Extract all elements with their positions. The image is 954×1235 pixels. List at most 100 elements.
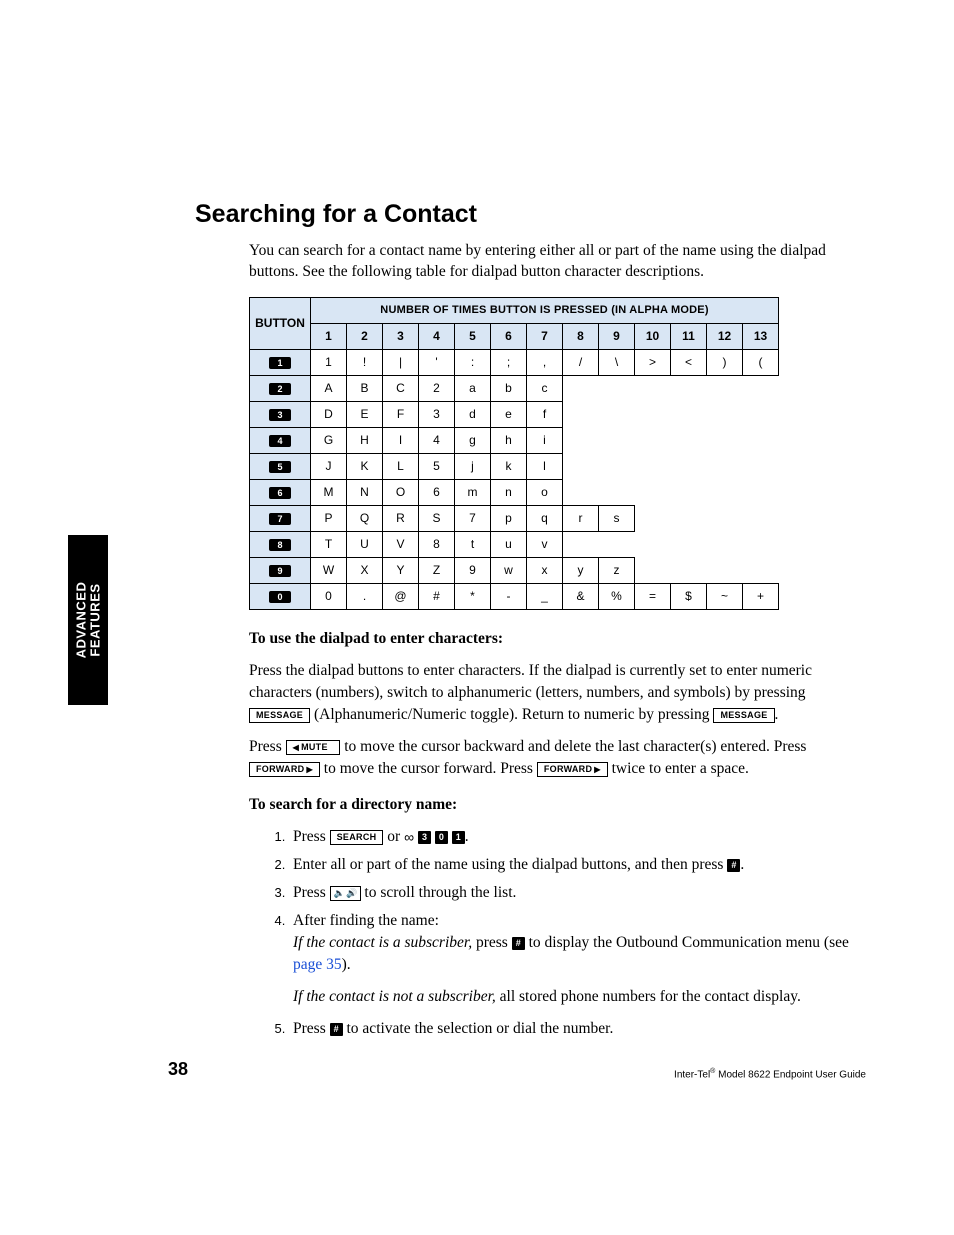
cell: D (311, 401, 347, 427)
cell: . (347, 583, 383, 609)
cell (671, 479, 707, 505)
col-8: 8 (563, 323, 599, 349)
page-link[interactable]: page 35 (293, 956, 342, 973)
cell: i (527, 427, 563, 453)
col-10: 10 (635, 323, 671, 349)
cell: ) (707, 349, 743, 375)
cell: ; (491, 349, 527, 375)
cell: # (419, 583, 455, 609)
key-3: 3 (418, 831, 431, 844)
dialpad-table: BUTTON NUMBER OF TIMES BUTTON IS PRESSED… (249, 297, 779, 610)
cell (707, 427, 743, 453)
cell (707, 557, 743, 583)
cell: h (491, 427, 527, 453)
cell: z (599, 557, 635, 583)
cell (671, 401, 707, 427)
cell: r (563, 505, 599, 531)
cell (743, 479, 779, 505)
proc1-para2: Press MUTE to move the cursor backward a… (249, 736, 865, 780)
table-row: 5JKL5jkl (250, 453, 779, 479)
cell: X (347, 557, 383, 583)
step-4: After finding the name: If the contact i… (289, 910, 865, 1008)
cell: % (599, 583, 635, 609)
col-7: 7 (527, 323, 563, 349)
cell: / (563, 349, 599, 375)
cell: _ (527, 583, 563, 609)
cell: R (383, 505, 419, 531)
cell: c (527, 375, 563, 401)
cell (671, 427, 707, 453)
cell: E (347, 401, 383, 427)
cell: Q (347, 505, 383, 531)
col-13: 13 (743, 323, 779, 349)
footer: 38 Inter-Tel® Model 8622 Endpoint User G… (168, 1059, 866, 1080)
cell (707, 531, 743, 557)
cell: 3 (419, 401, 455, 427)
hash-key: # (512, 937, 525, 950)
cell (671, 375, 707, 401)
cell (599, 427, 635, 453)
cell: k (491, 453, 527, 479)
key-0: 0 (435, 831, 448, 844)
cell: u (491, 531, 527, 557)
cell: U (347, 531, 383, 557)
cell: $ (671, 583, 707, 609)
cell (635, 479, 671, 505)
message-key: MESSAGE (249, 708, 310, 723)
cell: G (311, 427, 347, 453)
cell (707, 453, 743, 479)
cell: : (455, 349, 491, 375)
cell (635, 531, 671, 557)
cell (635, 557, 671, 583)
cell: S (419, 505, 455, 531)
step-2: Enter all or part of the name using the … (289, 854, 865, 876)
cell: a (455, 375, 491, 401)
cell: L (383, 453, 419, 479)
col-button: BUTTON (250, 297, 311, 349)
cell: J (311, 453, 347, 479)
step-5: Press # to activate the selection or dia… (289, 1018, 865, 1040)
cell: q (527, 505, 563, 531)
cell (743, 453, 779, 479)
cell (707, 401, 743, 427)
col-9: 9 (599, 323, 635, 349)
cell: P (311, 505, 347, 531)
dialpad-key-9: 9 (269, 565, 291, 577)
proc2-title: To search for a directory name: (249, 794, 865, 816)
cell: ~ (707, 583, 743, 609)
cell: - (491, 583, 527, 609)
col-1: 1 (311, 323, 347, 349)
cell: W (311, 557, 347, 583)
cell: 9 (455, 557, 491, 583)
col-5: 5 (455, 323, 491, 349)
cell: < (671, 349, 707, 375)
cell (563, 453, 599, 479)
cell: 5 (419, 453, 455, 479)
cell (743, 505, 779, 531)
hash-key: # (330, 1023, 343, 1036)
cell: ' (419, 349, 455, 375)
cell (743, 401, 779, 427)
cell: d (455, 401, 491, 427)
infinity-icon: ∞ (404, 829, 414, 845)
cell: > (635, 349, 671, 375)
cell (563, 427, 599, 453)
table-row: 6MNO6mno (250, 479, 779, 505)
cell: 1 (311, 349, 347, 375)
dialpad-key-4: 4 (269, 435, 291, 447)
cell: H (347, 427, 383, 453)
cell: x (527, 557, 563, 583)
dialpad-key-8: 8 (269, 539, 291, 551)
cell: b (491, 375, 527, 401)
volume-icon: 🔈 🔊 (330, 886, 361, 901)
dialpad-key-5: 5 (269, 461, 291, 473)
table-row: 11!|':;,/\><)( (250, 349, 779, 375)
cell (743, 531, 779, 557)
key-1: 1 (452, 831, 465, 844)
cell (671, 531, 707, 557)
cell (635, 401, 671, 427)
dialpad-key-6: 6 (269, 487, 291, 499)
cell: 7 (455, 505, 491, 531)
message-key: MESSAGE (713, 708, 774, 723)
cell (563, 531, 599, 557)
